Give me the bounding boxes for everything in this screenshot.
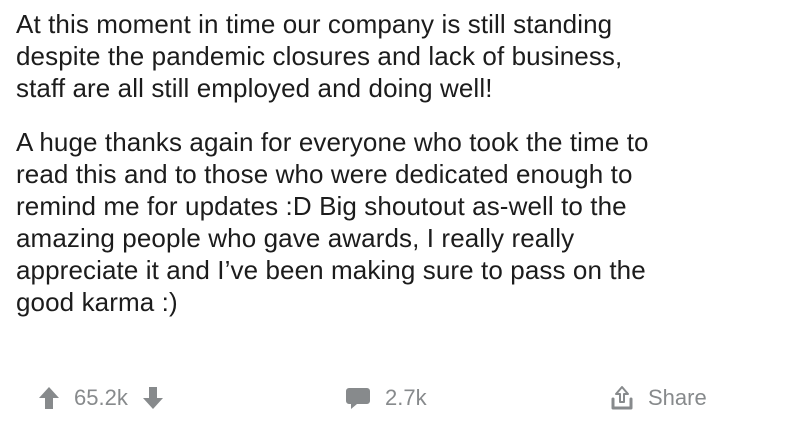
arrow-up-icon <box>39 387 59 409</box>
share-label: Share <box>648 385 707 410</box>
upvote-button[interactable] <box>38 386 60 410</box>
post-paragraph: A huge thanks again for everyone who too… <box>16 127 649 317</box>
post-paragraph: At this moment in time our company is st… <box>16 9 623 103</box>
vote-controls: 65.2k <box>38 380 164 416</box>
comment-count: 2.7k <box>385 385 427 410</box>
comment-bubble-icon <box>346 388 370 409</box>
post-action-bar: 65.2k 2.7k Share <box>0 380 800 416</box>
post-body: At this moment in time our company is st… <box>16 8 786 318</box>
comments-button[interactable]: 2.7k <box>345 380 427 416</box>
share-button[interactable]: Share <box>610 380 707 416</box>
downvote-button[interactable] <box>142 386 164 410</box>
vote-count: 65.2k <box>74 385 128 410</box>
share-icon <box>611 386 633 410</box>
arrow-down-icon <box>142 387 163 409</box>
